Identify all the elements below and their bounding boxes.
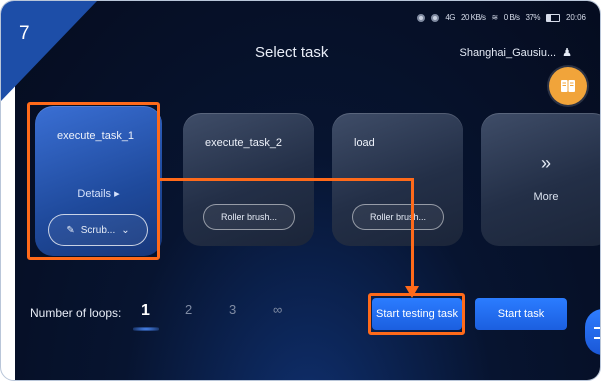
network-indicator: 4G [445, 13, 455, 22]
clock: 20:06 [565, 13, 586, 22]
loop-option-3[interactable]: 3 [229, 302, 236, 317]
battery-icon [545, 13, 560, 22]
side-menu-button[interactable] [585, 309, 600, 355]
start-task-button[interactable]: Start task [475, 298, 567, 330]
status-bar: 4G 20 KB/s ≋ 0 B/s 37% 20:06 [417, 13, 586, 22]
highlight-start-testing [368, 293, 465, 335]
battery-percent: 37% [525, 13, 540, 22]
mode-dropdown[interactable]: Roller brush... [203, 204, 295, 230]
location-icon [431, 13, 440, 22]
mode-dropdown[interactable]: Roller brush... [352, 204, 444, 230]
loop-option-infinite[interactable]: ∞ [273, 302, 282, 317]
user-icon: ♟ [562, 47, 572, 59]
tutorial-frame: 7 4G 20 KB/s ≋ 0 B/s 37% 20:06 Select ta… [0, 0, 601, 381]
loop-option-2[interactable]: 2 [185, 302, 192, 317]
mode-label: Roller brush... [369, 212, 427, 222]
location-selector[interactable]: Shanghai_Gausiu... ♟ [459, 46, 572, 60]
download-speed: 0 B/s [503, 13, 520, 22]
mode-label: Roller brush... [220, 212, 278, 222]
guide-line-horizontal [160, 178, 413, 181]
notification-icon [417, 13, 426, 22]
more-tasks-card[interactable]: » More [481, 113, 600, 246]
loop-selected-indicator [133, 327, 159, 331]
task-card-title: execute_task_2 [205, 137, 283, 149]
task-card-title: load [354, 137, 375, 149]
location-label: Shanghai_Gausiu... [459, 46, 557, 59]
upload-speed: 20 KB/s [461, 13, 486, 22]
book-icon [561, 80, 575, 92]
double-chevron-right-icon: » [540, 153, 552, 173]
page-title: Select task [255, 44, 329, 61]
loops-label: Number of loops: [30, 306, 122, 320]
more-label: More [533, 191, 559, 203]
guide-arrowhead [405, 286, 419, 298]
step-number: 7 [19, 23, 30, 44]
menu-icon [594, 327, 600, 339]
guide-line-vertical [411, 178, 414, 288]
wifi-icon: ≋ [491, 13, 499, 22]
loop-option-1[interactable]: 1 [141, 302, 150, 320]
book-button[interactable] [549, 67, 587, 105]
highlight-task-card [27, 102, 160, 260]
